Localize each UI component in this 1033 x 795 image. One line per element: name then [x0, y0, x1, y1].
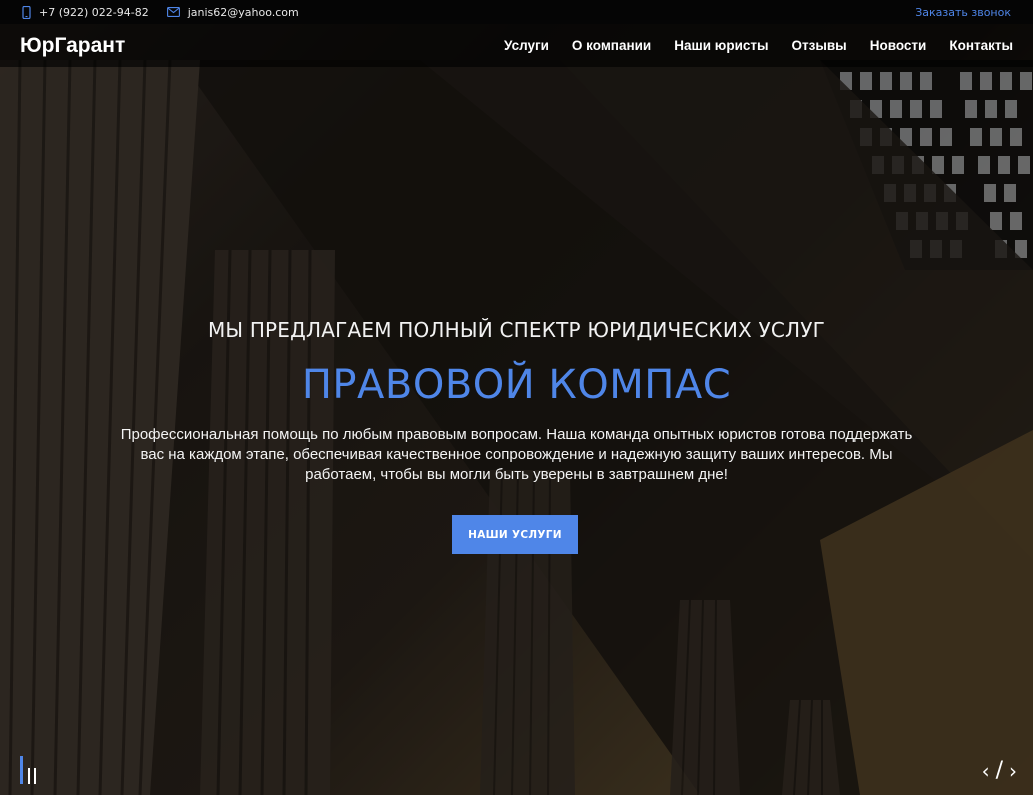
nav-item-contacts[interactable]: Контакты [949, 38, 1013, 53]
nav-item-news[interactable]: Новости [870, 38, 927, 53]
main-navbar: ЮрГарант Услуги О компании Наши юристы О… [0, 24, 1033, 67]
phone-icon [22, 5, 31, 19]
top-contact-bar: +7 (922) 022-94-82 janis62@yahoo.com Зак… [0, 0, 1033, 24]
slider-progress-indicator [20, 756, 23, 784]
our-services-button[interactable]: НАШИ УСЛУГИ [452, 515, 578, 554]
hero-description: Профессиональная помощь по любым правовы… [120, 426, 913, 483]
nav-item-about[interactable]: О компании [572, 38, 651, 53]
phone-contact[interactable]: +7 (922) 022-94-82 [22, 5, 149, 19]
chevron-left-icon[interactable]: ‹ [982, 759, 990, 783]
phone-number: +7 (922) 022-94-82 [39, 5, 149, 19]
chevron-right-icon[interactable]: › [1009, 759, 1017, 783]
hero-title: ПРАВОВОЙ КОМПАС [301, 362, 732, 408]
slider-arrows: ‹ / › [982, 758, 1017, 783]
slider-separator: / [995, 758, 1003, 783]
site-logo[interactable]: ЮрГарант [20, 34, 125, 58]
callback-link[interactable]: Заказать звонок [915, 6, 1011, 19]
email-contact[interactable]: janis62@yahoo.com [166, 5, 299, 19]
hero-section: МЫ ПРЕДЛАГАЕМ ПОЛНЫЙ СПЕКТР ЮРИДИЧЕСКИХ … [0, 0, 1033, 795]
pause-icon [28, 768, 40, 784]
slider-pause-button[interactable] [20, 756, 40, 784]
email-address: janis62@yahoo.com [187, 5, 299, 19]
hero-subtitle: МЫ ПРЕДЛАГАЕМ ПОЛНЫЙ СПЕКТР ЮРИДИЧЕСКИХ … [207, 318, 826, 342]
nav-item-services[interactable]: Услуги [504, 38, 549, 53]
main-nav: Услуги О компании Наши юристы Отзывы Нов… [481, 38, 1013, 53]
nav-item-lawyers[interactable]: Наши юристы [674, 38, 768, 53]
nav-item-reviews[interactable]: Отзывы [792, 38, 847, 53]
envelope-icon [166, 7, 180, 17]
